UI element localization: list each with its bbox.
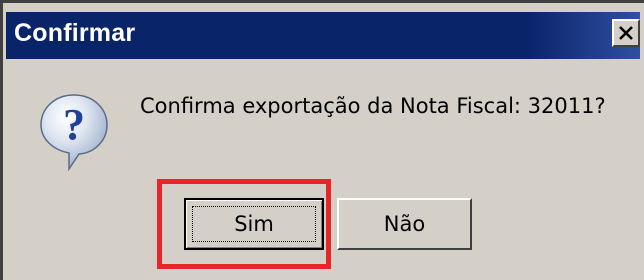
confirm-dialog: Confirmar ? Confirma exportação da Nota …	[0, 0, 644, 280]
close-button[interactable]	[612, 19, 640, 47]
no-button-label: Não	[383, 212, 426, 236]
confirm-message: Confirma exportação da Nota Fiscal: 3201…	[140, 94, 606, 118]
question-icon: ?	[40, 94, 108, 171]
title-bar[interactable]: Confirmar	[6, 12, 640, 59]
dialog-title: Confirmar	[14, 19, 136, 47]
yes-button[interactable]: Sim	[184, 198, 324, 250]
close-icon	[619, 26, 633, 40]
focus-ring	[192, 206, 316, 242]
no-button[interactable]: Não	[337, 198, 472, 250]
svg-text:?: ?	[63, 100, 85, 149]
